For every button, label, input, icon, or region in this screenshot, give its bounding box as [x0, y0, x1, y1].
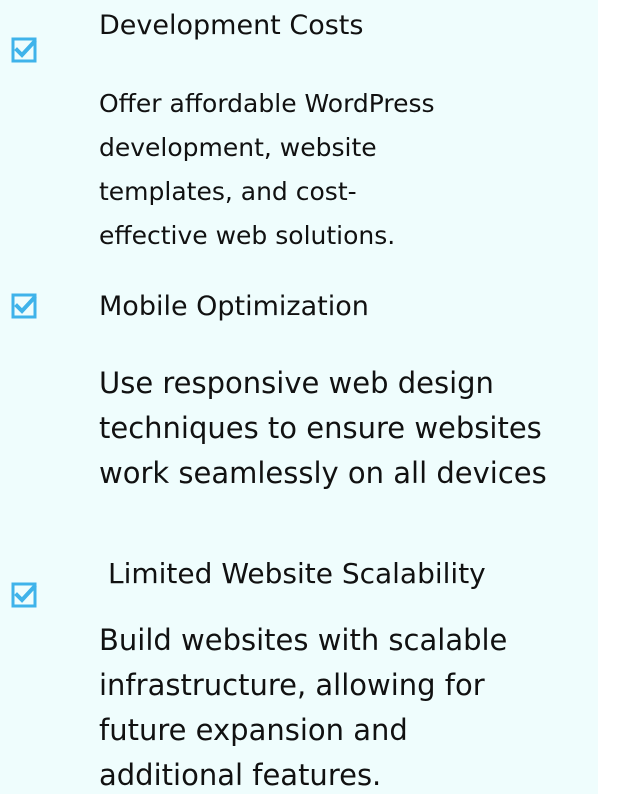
- feature-description: Use responsive web design techniques to …: [99, 361, 547, 496]
- feature-description: Build websites with scalable infrastruct…: [99, 618, 507, 794]
- feature-title: Limited Website Scalability: [108, 557, 486, 590]
- features-panel: Development Costs Offer affordable WordP…: [0, 0, 598, 794]
- checkbox-checked-icon: [11, 293, 37, 319]
- description-line: infrastructure, allowing for: [99, 668, 485, 702]
- description-line: templates, and cost-: [99, 177, 357, 206]
- description-line: future expansion and: [99, 713, 408, 747]
- checkbox-checked-icon: [11, 582, 37, 608]
- feature-description: Offer affordable WordPress development, …: [99, 82, 435, 258]
- description-line: Offer affordable WordPress: [99, 89, 435, 118]
- description-line: Build websites with scalable: [99, 623, 508, 657]
- description-line: additional features.: [99, 758, 382, 792]
- description-line: development, website: [99, 133, 377, 162]
- checkbox-checked-icon: [11, 37, 37, 63]
- feature-title: Development Costs: [99, 10, 364, 41]
- description-line: work seamlessly on all devices: [99, 456, 547, 490]
- description-line: Use responsive web design: [99, 366, 494, 400]
- feature-title: Mobile Optimization: [99, 291, 369, 322]
- description-line: effective web solutions.: [99, 221, 396, 250]
- description-line: techniques to ensure websites: [99, 411, 542, 445]
